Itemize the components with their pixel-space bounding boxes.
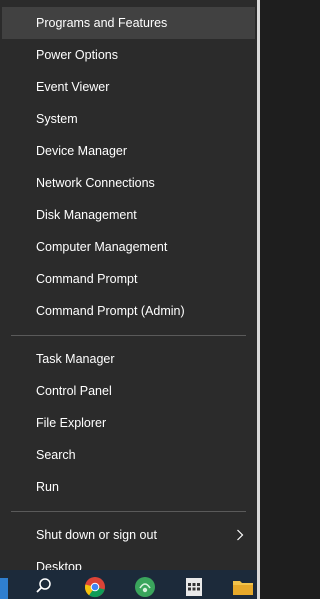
menu-item-disk-management[interactable]: Disk Management: [2, 199, 255, 231]
chevron-right-icon: [235, 519, 245, 551]
menu-item-label: Power Options: [36, 48, 118, 62]
menu-item-label: Network Connections: [36, 176, 155, 190]
menu-item-shut-down-or-sign-out[interactable]: Shut down or sign out: [2, 519, 255, 551]
menu-item-device-manager[interactable]: Device Manager: [2, 135, 255, 167]
search-icon[interactable]: [34, 576, 54, 596]
menu-item-label: Shut down or sign out: [36, 528, 157, 542]
menu-item-command-prompt[interactable]: Command Prompt: [2, 263, 255, 295]
menu-item-file-explorer[interactable]: File Explorer: [2, 407, 255, 439]
window-edge: [257, 0, 260, 599]
menu-item-task-manager[interactable]: Task Manager: [2, 343, 255, 375]
menu-item-label: Disk Management: [36, 208, 137, 222]
menu-item-label: Device Manager: [36, 144, 128, 158]
menu-item-label: Search: [36, 448, 76, 462]
menu-item-search[interactable]: Search: [2, 439, 255, 471]
menu-item-label: Command Prompt: [36, 272, 138, 286]
quick-link-menu: Programs and Features Power Options Even…: [0, 0, 257, 574]
start-icon[interactable]: [0, 578, 8, 599]
menu-item-label: File Explorer: [36, 416, 107, 430]
menu-item-run[interactable]: Run: [2, 471, 255, 503]
menu-item-programs-and-features[interactable]: Programs and Features: [2, 7, 255, 39]
menu-item-computer-management[interactable]: Computer Management: [2, 231, 255, 263]
menu-item-label: Control Panel: [36, 384, 112, 398]
menu-item-label: Programs and Features: [36, 16, 168, 30]
menu-item-command-prompt-admin[interactable]: Command Prompt (Admin): [2, 295, 255, 327]
taskbar: [0, 570, 257, 599]
menu-item-control-panel[interactable]: Control Panel: [2, 375, 255, 407]
calculator-icon[interactable]: [184, 576, 204, 596]
menu-item-label: System: [36, 112, 78, 126]
menu-item-power-options[interactable]: Power Options: [2, 39, 255, 71]
menu-item-label: Task Manager: [36, 352, 115, 366]
file-explorer-icon[interactable]: [232, 576, 253, 596]
menu-item-network-connections[interactable]: Network Connections: [2, 167, 255, 199]
menu-item-event-viewer[interactable]: Event Viewer: [2, 71, 255, 103]
menu-item-label: Event Viewer: [36, 80, 110, 94]
chrome-icon[interactable]: [84, 576, 105, 598]
menu-item-label: Command Prompt (Admin): [36, 304, 185, 318]
menu-item-label: Computer Management: [36, 240, 168, 254]
menu-item-label: Run: [36, 480, 59, 494]
green-app-icon[interactable]: [134, 576, 155, 597]
menu-item-system[interactable]: System: [2, 103, 255, 135]
desktop: Programs and Features Power Options Even…: [0, 0, 260, 599]
menu-separator: [11, 511, 246, 512]
menu-separator: [11, 335, 246, 336]
